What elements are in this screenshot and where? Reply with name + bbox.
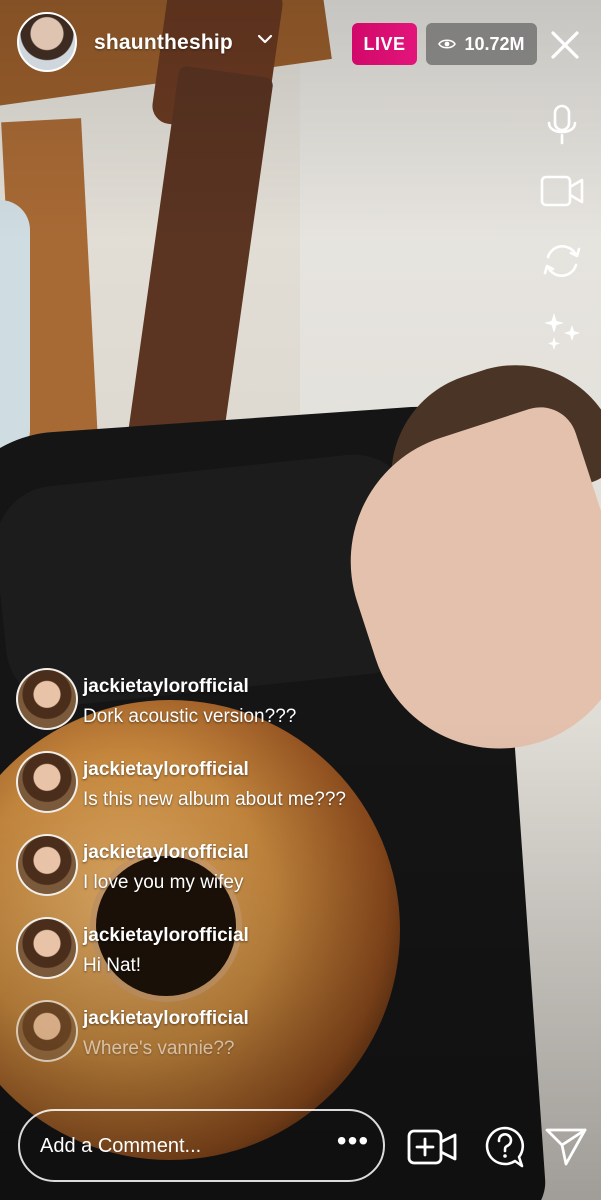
- commenter-username[interactable]: jackietaylorofficial: [83, 676, 249, 698]
- eye-icon: [438, 34, 457, 55]
- live-badge: LIVE: [352, 23, 417, 65]
- commenter-username[interactable]: jackietaylorofficial: [83, 1008, 249, 1030]
- viewer-count-badge[interactable]: 10.72M: [426, 23, 537, 65]
- flip-camera-icon[interactable]: [539, 238, 585, 284]
- viewer-count: 10.72M: [464, 33, 525, 54]
- host-username[interactable]: shauntheship: [94, 31, 233, 55]
- comment-item[interactable]: jackietaylorofficial Dork acoustic versi…: [16, 666, 436, 749]
- commenter-avatar[interactable]: [16, 751, 78, 813]
- question-bubble-icon[interactable]: [479, 1121, 531, 1173]
- sparkles-icon[interactable]: [539, 308, 585, 354]
- commenter-username[interactable]: jackietaylorofficial: [83, 842, 249, 864]
- comment-input[interactable]: [40, 1135, 300, 1158]
- microphone-icon[interactable]: [539, 102, 585, 148]
- comment-item[interactable]: jackietaylorofficial Is this new album a…: [16, 749, 436, 832]
- commenter-username[interactable]: jackietaylorofficial: [83, 925, 249, 947]
- send-icon[interactable]: [540, 1121, 592, 1173]
- chevron-down-icon[interactable]: [257, 32, 273, 50]
- comment-composer[interactable]: •••: [18, 1109, 385, 1182]
- commenter-avatar[interactable]: [16, 834, 78, 896]
- close-icon[interactable]: [546, 26, 584, 64]
- commenter-avatar[interactable]: [16, 668, 78, 730]
- comment-item[interactable]: jackietaylorofficial I love you my wifey: [16, 832, 436, 915]
- comment-text: I love you my wifey: [83, 872, 244, 893]
- comment-text: Hi Nat!: [83, 955, 142, 976]
- video-camera-icon[interactable]: [539, 168, 585, 214]
- comment-item[interactable]: jackietaylorofficial Hi Nat!: [16, 915, 436, 998]
- commenter-username[interactable]: jackietaylorofficial: [83, 759, 249, 781]
- commenter-avatar[interactable]: [16, 917, 78, 979]
- host-avatar[interactable]: [17, 12, 77, 72]
- comment-item[interactable]: jackietaylorofficial Where's vannie??: [16, 998, 436, 1081]
- live-header: shauntheship LIVE 10.72M: [0, 0, 601, 90]
- add-video-icon[interactable]: [407, 1121, 459, 1173]
- comment-text: Where's vannie??: [83, 1038, 235, 1059]
- more-dots-icon[interactable]: •••: [336, 1127, 370, 1161]
- comment-text: Dork acoustic version???: [83, 706, 297, 727]
- comment-text: Is this new album about me???: [83, 789, 346, 810]
- comments-feed: jackietaylorofficial Dork acoustic versi…: [16, 666, 436, 1081]
- commenter-avatar[interactable]: [16, 1000, 78, 1062]
